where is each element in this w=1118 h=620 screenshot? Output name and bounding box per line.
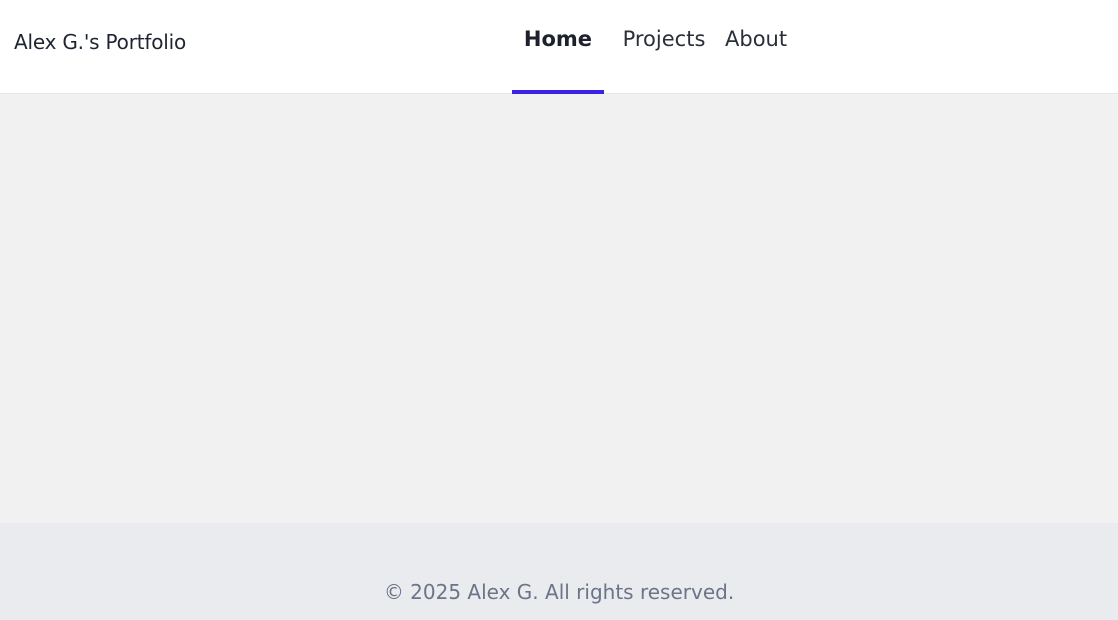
nav-item-about-label: About: [725, 27, 788, 51]
main-content: [0, 95, 1118, 523]
page: Alex G.'s Portfolio Home Projects About …: [0, 0, 1118, 620]
site-footer: © 2025 Alex G. All rights reserved.: [0, 523, 1118, 620]
nav-item-home-label: Home: [523, 27, 593, 51]
copyright-text: © 2025 Alex G. All rights reserved.: [383, 580, 735, 604]
nav-item-projects[interactable]: Projects: [604, 0, 724, 94]
main-nav: Home Projects About: [512, 0, 824, 94]
nav-item-projects-label: Projects: [622, 27, 706, 51]
nav-item-home[interactable]: Home: [512, 0, 604, 94]
site-title[interactable]: Alex G.'s Portfolio: [14, 30, 186, 54]
active-tab-indicator: [512, 90, 604, 94]
nav-item-about[interactable]: About: [724, 0, 824, 94]
site-header: Alex G.'s Portfolio Home Projects About: [0, 0, 1118, 94]
